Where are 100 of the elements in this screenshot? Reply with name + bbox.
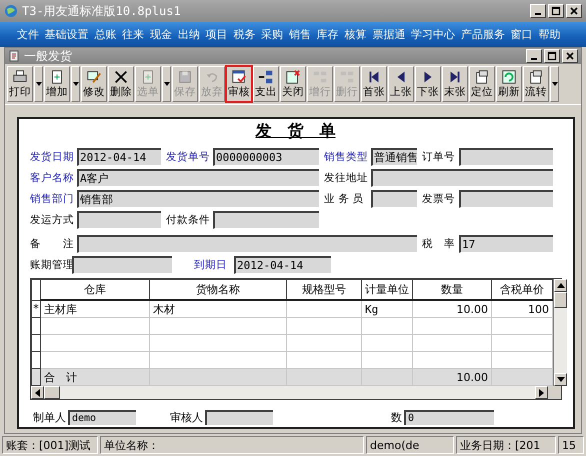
toolbar-button[interactable]: 审核 xyxy=(226,66,252,102)
toolbar-button[interactable]: 上张 xyxy=(388,66,414,102)
dropdown-button[interactable] xyxy=(71,66,80,102)
input-field[interactable]: 0 xyxy=(404,410,494,425)
menu-item[interactable]: 库存 xyxy=(314,27,342,42)
status-bar-section: 单位名称： xyxy=(100,436,364,454)
minimize-button[interactable] xyxy=(530,4,546,18)
split-icon xyxy=(258,69,274,85)
scroll-left-icon[interactable] xyxy=(35,388,40,396)
close-button[interactable] xyxy=(562,49,578,63)
menu-item[interactable]: 文件 xyxy=(14,27,42,42)
toolbar-button[interactable]: 定位 xyxy=(469,66,495,102)
field-label: 发往地址 xyxy=(324,170,366,184)
menu-item[interactable]: 采购 xyxy=(258,27,286,42)
close-button[interactable] xyxy=(566,4,582,18)
input-field[interactable]: 17 xyxy=(459,234,553,252)
input-field[interactable] xyxy=(213,210,319,228)
menu-item[interactable]: 现金 xyxy=(147,27,175,42)
input-field[interactable] xyxy=(77,210,161,228)
input-field[interactable] xyxy=(205,410,273,425)
scroll-up-icon[interactable] xyxy=(556,283,564,288)
form-title: 发 货 单 xyxy=(256,121,336,142)
input-field[interactable] xyxy=(459,148,553,166)
menu-item[interactable]: 项目 xyxy=(202,27,230,42)
refresh-icon xyxy=(501,69,517,85)
toolbar-button[interactable]: 刷新 xyxy=(496,66,522,102)
minimize-icon xyxy=(535,13,541,15)
dropdown-button[interactable] xyxy=(34,66,43,102)
menu-item[interactable]: 往来 xyxy=(119,27,148,42)
menu-item[interactable]: 出纳 xyxy=(174,27,203,42)
scroll-down-icon[interactable] xyxy=(556,377,564,382)
save-icon xyxy=(177,69,193,85)
toolbar-button[interactable]: 支出 xyxy=(253,66,279,102)
menu-item[interactable]: 税务 xyxy=(230,27,258,42)
toolbar-button[interactable]: 末张 xyxy=(442,66,468,102)
horizontal-scrollbar[interactable] xyxy=(31,386,548,399)
menu-item[interactable]: 销售 xyxy=(286,27,314,42)
maximize-button[interactable] xyxy=(548,4,564,18)
column-header[interactable]: 货物名称 xyxy=(150,280,286,300)
toolbar-button[interactable]: 下张 xyxy=(415,66,441,102)
input-field[interactable] xyxy=(77,234,417,252)
scrollbar-thumb[interactable] xyxy=(44,386,60,399)
input-field[interactable] xyxy=(371,168,553,186)
globe-icon xyxy=(4,4,18,18)
input-field[interactable]: demo xyxy=(68,410,136,425)
minimize-button[interactable] xyxy=(526,49,542,63)
column-header[interactable]: 含税单价 xyxy=(492,280,552,300)
scroll-right-icon[interactable] xyxy=(539,388,544,396)
scrollbar-thumb[interactable] xyxy=(554,292,567,308)
dropdown-button[interactable] xyxy=(550,66,559,102)
toolbar-button[interactable]: 关闭 xyxy=(280,66,306,102)
menu-item[interactable]: 窗口 xyxy=(508,27,536,42)
input-field[interactable] xyxy=(72,256,172,274)
column-header[interactable]: 计量单位 xyxy=(362,280,412,300)
toolbar-button[interactable]: 打印 xyxy=(7,66,33,102)
toolbar-button[interactable]: 删除 xyxy=(108,66,134,102)
input-field[interactable]: 普通销售 xyxy=(371,148,417,166)
status-bar-section: 账套：[001]测试 xyxy=(2,436,98,454)
field-label: 制单人 xyxy=(33,410,66,425)
input-field[interactable] xyxy=(371,190,417,208)
menu-item[interactable]: 产品服务 xyxy=(458,27,508,42)
menu-item[interactable]: 总账 xyxy=(92,27,120,42)
field-label: 付款条件 xyxy=(166,212,208,226)
toolbar-button[interactable]: 修改 xyxy=(81,66,107,102)
toolbar-button[interactable]: 首张 xyxy=(361,66,387,102)
total-quantity: 10.00 xyxy=(412,368,492,386)
maximize-button[interactable] xyxy=(544,49,560,63)
input-field[interactable]: A客户 xyxy=(77,168,319,186)
field-label: 业 务 员 xyxy=(324,192,365,206)
table-cell: Kg xyxy=(362,300,412,318)
toolbar-button[interactable]: 增加 xyxy=(44,66,70,102)
vertical-scrollbar[interactable] xyxy=(553,279,567,386)
column-header[interactable]: 仓库 xyxy=(40,280,150,300)
toolbar-button[interactable]: 流转 xyxy=(523,66,549,102)
field-label: 发货单号 xyxy=(166,150,208,164)
close-icon xyxy=(565,51,575,61)
column-header[interactable]: 数量 xyxy=(412,280,492,300)
input-field[interactable]: 2012-04-14 xyxy=(234,256,331,274)
printer-icon xyxy=(12,69,28,85)
status-bar-section: 15 xyxy=(558,436,584,454)
menu-item[interactable]: 帮助 xyxy=(536,27,564,42)
caret-icon xyxy=(164,82,170,86)
input-field[interactable]: 0000000003 xyxy=(213,148,319,166)
input-field[interactable]: 2012-04-14 xyxy=(77,148,161,166)
menu-item[interactable]: 基础设置 xyxy=(42,27,92,42)
menu-item[interactable]: 票据通 xyxy=(369,27,408,42)
field-label: 发票号 xyxy=(422,192,454,206)
edit-icon xyxy=(86,69,102,85)
audit-icon xyxy=(231,69,247,85)
table-cell: 10.00 xyxy=(412,300,492,318)
add-document-icon xyxy=(140,69,156,85)
caret-icon xyxy=(72,82,78,86)
column-header[interactable]: 规格型号 xyxy=(286,280,362,300)
input-field[interactable]: 销售部 xyxy=(77,190,319,208)
field-label: 销售类型 xyxy=(324,150,366,164)
menu-item[interactable]: 核算 xyxy=(342,27,370,42)
menu-item[interactable]: 学习中心 xyxy=(408,27,458,42)
total-label: 合 计 xyxy=(40,368,150,386)
input-field[interactable] xyxy=(459,190,553,208)
caret-icon xyxy=(552,82,558,86)
